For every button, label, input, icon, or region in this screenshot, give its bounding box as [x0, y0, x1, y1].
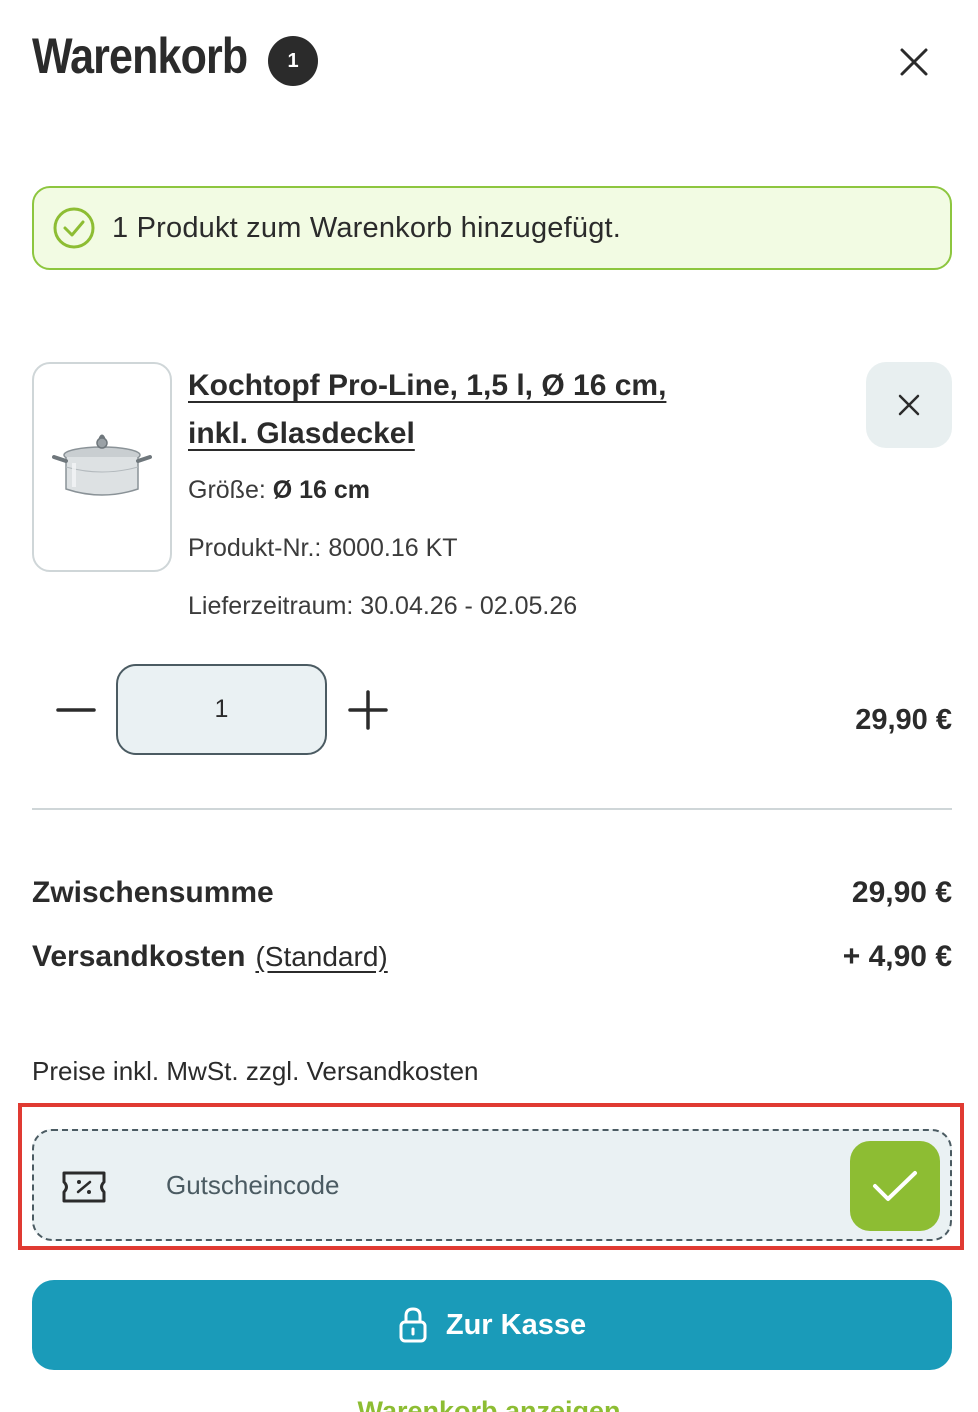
- checkout-button[interactable]: Zur Kasse: [32, 1280, 952, 1370]
- shipping-label: Versandkosten: [32, 940, 246, 973]
- vat-note: Preise inkl. MwSt. zzgl. Versandkosten: [32, 1056, 479, 1086]
- apply-coupon-button[interactable]: [850, 1141, 940, 1231]
- coupon-input[interactable]: [166, 1159, 766, 1211]
- cart-header: Warenkorb 1: [32, 26, 946, 96]
- delivery-period: Lieferzeitraum: 30.04.26 - 02.05.26: [188, 592, 578, 620]
- page-title: Warenkorb: [32, 28, 248, 84]
- size-label: Größe:: [188, 476, 266, 504]
- check-circle-icon: [53, 207, 95, 249]
- close-icon: [900, 48, 928, 76]
- remove-item-button[interactable]: [866, 362, 952, 448]
- product-number: Produkt-Nr.: 8000.16 KT: [188, 534, 458, 562]
- view-cart-link[interactable]: Warenkorb anzeigen: [0, 1396, 978, 1412]
- notice-text: 1 Produkt zum Warenkorb hinzugefügt.: [112, 211, 622, 244]
- close-cart-button[interactable]: [886, 34, 942, 90]
- quantity-input[interactable]: [116, 664, 327, 755]
- lock-icon: [399, 1307, 427, 1343]
- plus-icon: [348, 690, 388, 730]
- coupon-ticket-icon: [62, 1171, 106, 1203]
- item-price: 29,90 €: [855, 704, 952, 736]
- product-image[interactable]: [32, 362, 172, 572]
- divider: [32, 808, 952, 810]
- quantity-increase-button[interactable]: [344, 686, 392, 734]
- shipping-value: + 4,90 €: [842, 940, 952, 973]
- checkout-label: Zur Kasse: [445, 1308, 587, 1341]
- product-size: Größe: Ø 16 cm: [188, 476, 370, 505]
- size-value: Ø 16 cm: [272, 476, 371, 504]
- checkmark-icon: [873, 1171, 917, 1201]
- added-to-cart-notice: 1 Produkt zum Warenkorb hinzugefügt.: [32, 186, 952, 270]
- cooking-pot-image: [52, 434, 152, 496]
- product-title-link[interactable]: Kochtopf Pro-Line, 1,5 l, Ø 16 cm, inkl.…: [188, 362, 708, 458]
- subtotal-row: Zwischensumme 29,90 €: [32, 876, 952, 916]
- product-title: Kochtopf Pro-Line, 1,5 l, Ø 16 cm, inkl.…: [188, 369, 667, 450]
- cart-count-badge: 1: [268, 36, 318, 86]
- quantity-decrease-button[interactable]: [52, 688, 100, 732]
- close-icon: [898, 394, 920, 416]
- shipping-method-link[interactable]: (Standard): [255, 941, 387, 972]
- subtotal-value: 29,90 €: [851, 876, 952, 909]
- shipping-row: Versandkosten (Standard) + 4,90 €: [32, 940, 952, 980]
- subtotal-label: Zwischensumme: [32, 876, 274, 909]
- coupon-field: [32, 1129, 952, 1241]
- minus-icon: [56, 708, 96, 712]
